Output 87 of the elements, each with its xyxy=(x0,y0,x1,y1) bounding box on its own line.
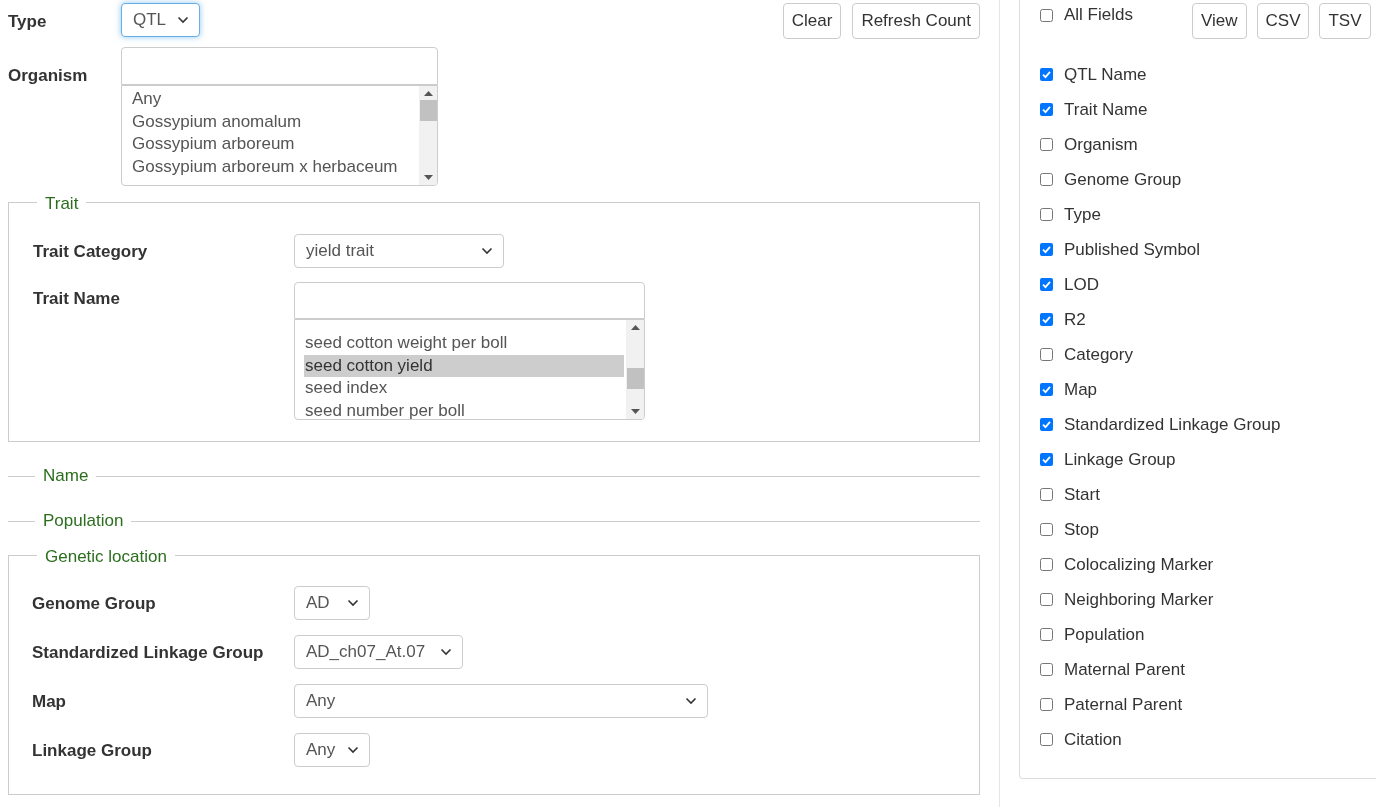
scrollbar[interactable] xyxy=(419,86,437,185)
checkbox-label: All Fields xyxy=(1064,4,1133,27)
chevron-down-icon xyxy=(177,16,189,24)
list-option[interactable]: seed cotton weight per boll xyxy=(304,332,624,355)
checkbox-label: Trait Name xyxy=(1064,98,1148,121)
checkbox-label: Type xyxy=(1064,203,1101,226)
field-label: Type xyxy=(8,11,48,33)
checkbox-label: Organism xyxy=(1064,133,1138,156)
export-button[interactable]: TSV xyxy=(1319,3,1371,39)
scroll-up-icon xyxy=(423,91,433,96)
dropdown[interactable]: QTL xyxy=(121,3,200,37)
scrollbar-thumb[interactable] xyxy=(419,100,437,121)
checkbox-label: Published Symbol xyxy=(1064,238,1201,261)
chevron-down-icon xyxy=(440,648,452,656)
scroll-down-icon xyxy=(423,175,433,180)
filter-field[interactable] xyxy=(121,47,438,85)
checkbox[interactable] xyxy=(1040,138,1053,151)
chevron-down-icon xyxy=(685,697,697,705)
field-label: Genome Group xyxy=(32,593,157,615)
checkbox-label: Citation xyxy=(1064,728,1122,751)
scroll-down-icon xyxy=(630,409,640,414)
checkbox[interactable] xyxy=(1040,8,1053,22)
export-button[interactable]: CSV xyxy=(1256,3,1310,39)
checkbox-label: R2 xyxy=(1064,308,1086,331)
scroll-up-icon xyxy=(630,325,640,330)
checkbox-label: Colocalizing Marker xyxy=(1064,553,1214,576)
field-label: Organism xyxy=(8,65,89,87)
list-option[interactable]: seed number per boll xyxy=(304,399,624,419)
checkbox[interactable] xyxy=(1040,523,1053,536)
checkbox-label: Maternal Parent xyxy=(1064,658,1185,681)
checkbox-label: LOD xyxy=(1064,273,1099,296)
checkbox[interactable] xyxy=(1040,313,1053,326)
checkbox[interactable] xyxy=(1040,628,1053,641)
list-box[interactable]: Any Gossypium anomalum Gossypium arboreum Gossypium arboreum x herbaceum xyxy=(121,85,438,186)
field-label: Map xyxy=(32,691,67,713)
checkbox[interactable] xyxy=(1040,663,1053,676)
chevron-down-icon xyxy=(347,599,359,607)
export-button[interactable]: View xyxy=(1191,3,1247,39)
filter-field[interactable] xyxy=(294,282,645,319)
list-option[interactable]: seed cotton yield xyxy=(304,354,624,377)
checkbox-label: Start xyxy=(1064,483,1100,506)
list-option[interactable]: Gossypium anomalum xyxy=(131,110,417,133)
list-option[interactable]: Gossypium arboreum x herbaceum xyxy=(131,155,417,178)
chevron-down-icon xyxy=(347,746,359,754)
dropdown[interactable]: Any xyxy=(294,733,370,767)
checkbox[interactable] xyxy=(1040,593,1053,606)
checkbox[interactable] xyxy=(1040,383,1053,396)
checkbox[interactable] xyxy=(1040,453,1053,466)
scrollbar-thumb[interactable] xyxy=(626,368,644,389)
scrollbar[interactable] xyxy=(626,320,644,419)
dropdown[interactable]: Any xyxy=(294,684,708,718)
checkbox[interactable] xyxy=(1040,243,1053,256)
field-label: Trait Name xyxy=(33,288,121,310)
field-label: Standardized Linkage Group xyxy=(32,642,265,664)
checkbox[interactable] xyxy=(1040,348,1053,361)
action-button[interactable]: Refresh Count xyxy=(852,3,980,39)
checkbox-label: Population xyxy=(1064,623,1145,646)
checkbox[interactable] xyxy=(1040,488,1053,501)
dropdown[interactable]: AD xyxy=(294,586,370,620)
list-option[interactable]: Any xyxy=(131,88,417,111)
checkbox-label: Map xyxy=(1064,378,1098,401)
list-option[interactable]: Gossypium arboreum xyxy=(131,133,417,156)
checkbox-label: Category xyxy=(1064,343,1133,366)
checkbox[interactable] xyxy=(1040,68,1053,81)
dropdown[interactable]: yield trait xyxy=(294,234,504,268)
checkbox-label: Paternal Parent xyxy=(1064,693,1183,716)
action-button[interactable]: Clear xyxy=(782,3,842,39)
list-option[interactable]: seed index xyxy=(304,377,624,400)
field-label: Linkage Group xyxy=(32,740,153,762)
list-box[interactable]: seed cotton weight per boll seed cotton yield seed index seed number per boll xyxy=(294,319,645,420)
checkbox-label: Linkage Group xyxy=(1064,448,1176,471)
checkbox[interactable] xyxy=(1040,278,1053,291)
checkbox[interactable] xyxy=(1040,418,1053,431)
checkbox-label: QTL Name xyxy=(1064,63,1147,86)
checkbox-label: Genome Group xyxy=(1064,168,1182,191)
field-label: Trait Category xyxy=(33,241,149,263)
checkbox-label: Standardized Linkage Group xyxy=(1064,413,1281,436)
checkbox-label: Stop xyxy=(1064,518,1099,541)
chevron-down-icon xyxy=(481,247,493,255)
checkbox[interactable] xyxy=(1040,208,1053,221)
dropdown[interactable]: AD_ch07_At.07 xyxy=(294,635,463,669)
checkbox[interactable] xyxy=(1040,698,1053,711)
checkbox[interactable] xyxy=(1040,733,1053,746)
checkbox[interactable] xyxy=(1040,103,1053,116)
checkbox[interactable] xyxy=(1040,558,1053,571)
checkbox-label: Neighboring Marker xyxy=(1064,588,1214,611)
checkbox[interactable] xyxy=(1040,173,1053,186)
